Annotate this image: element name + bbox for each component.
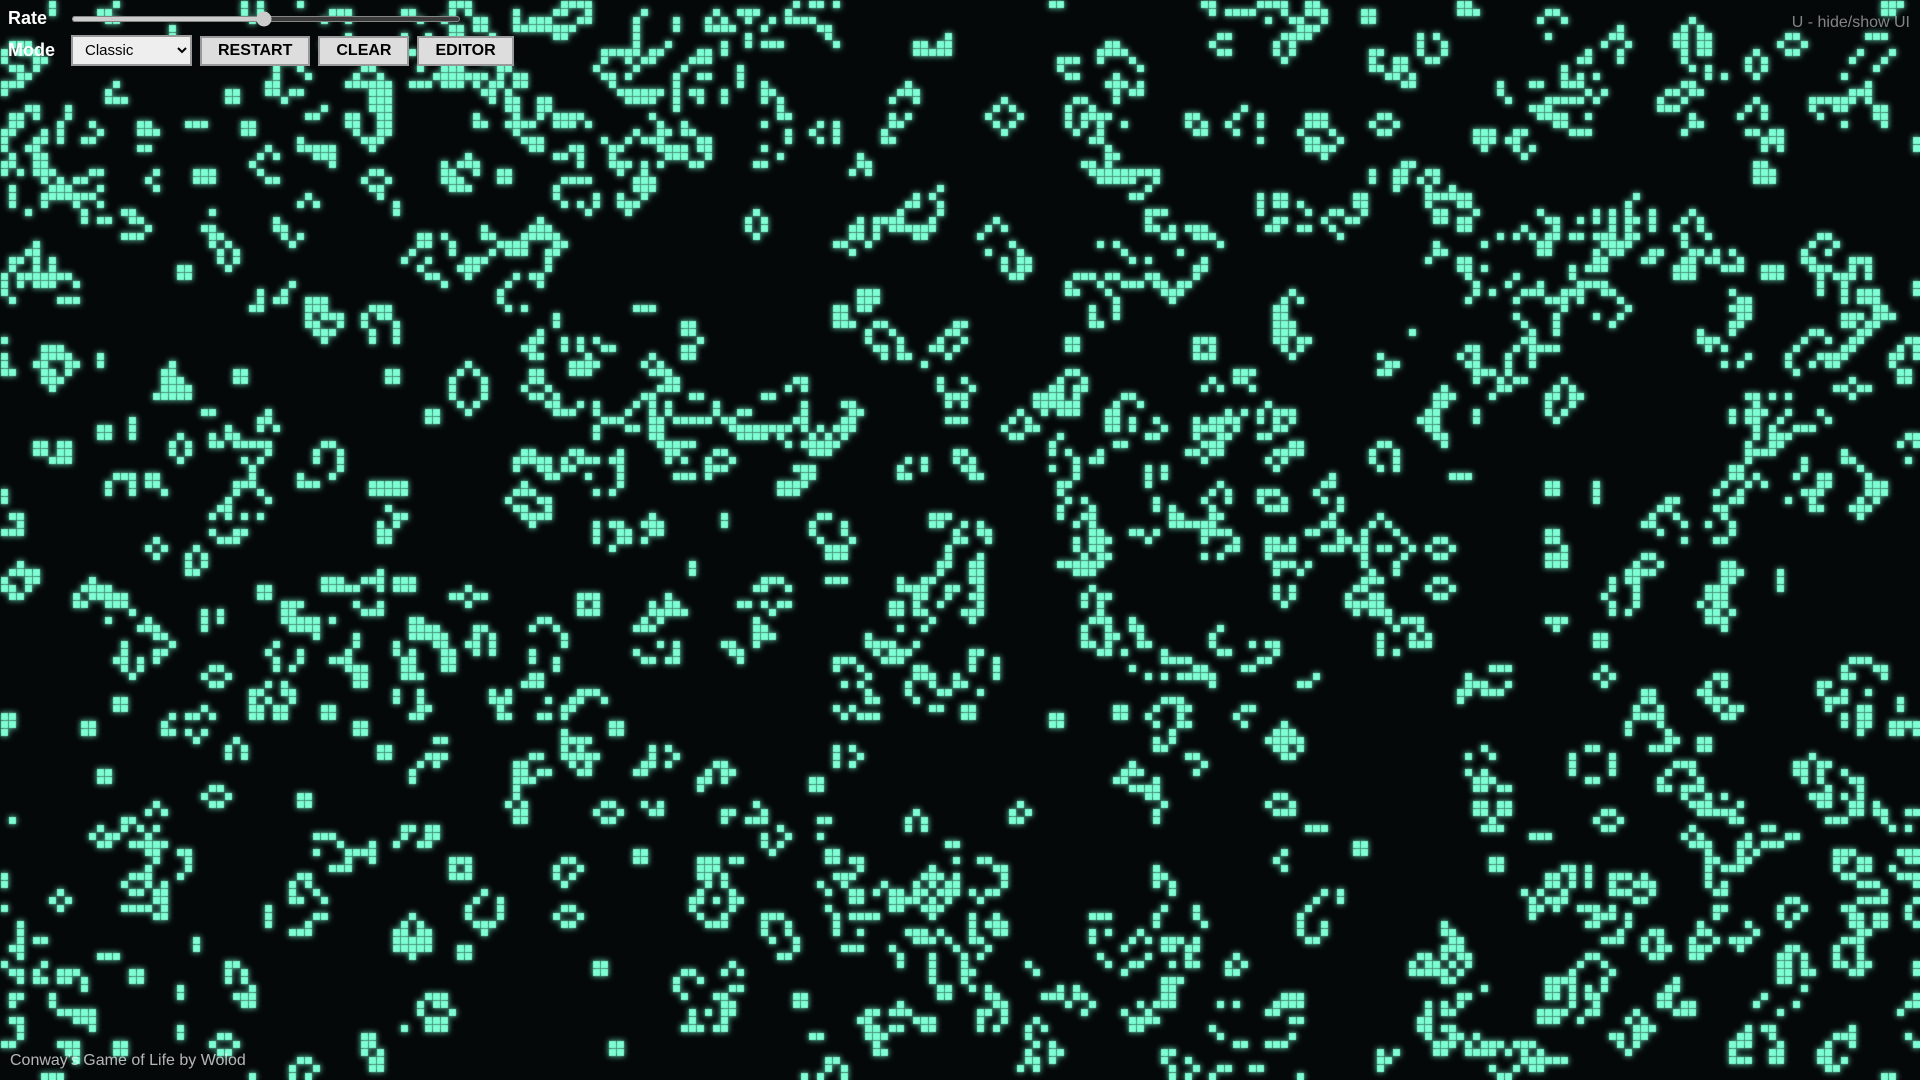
clear-button[interactable]: CLEAR (318, 36, 409, 66)
restart-button[interactable]: RESTART (200, 36, 310, 66)
mode-label: Mode (8, 40, 63, 61)
controls-panel: Rate Mode Classic HighLife Day & Night M… (8, 8, 514, 72)
mode-row: Mode Classic HighLife Day & Night Maze R… (8, 35, 514, 66)
mode-select[interactable]: Classic HighLife Day & Night Maze (71, 35, 192, 66)
rate-row: Rate (8, 8, 514, 29)
rate-label: Rate (8, 8, 63, 29)
editor-button[interactable]: EDITOR (417, 36, 513, 66)
rate-slider[interactable] (71, 16, 461, 22)
